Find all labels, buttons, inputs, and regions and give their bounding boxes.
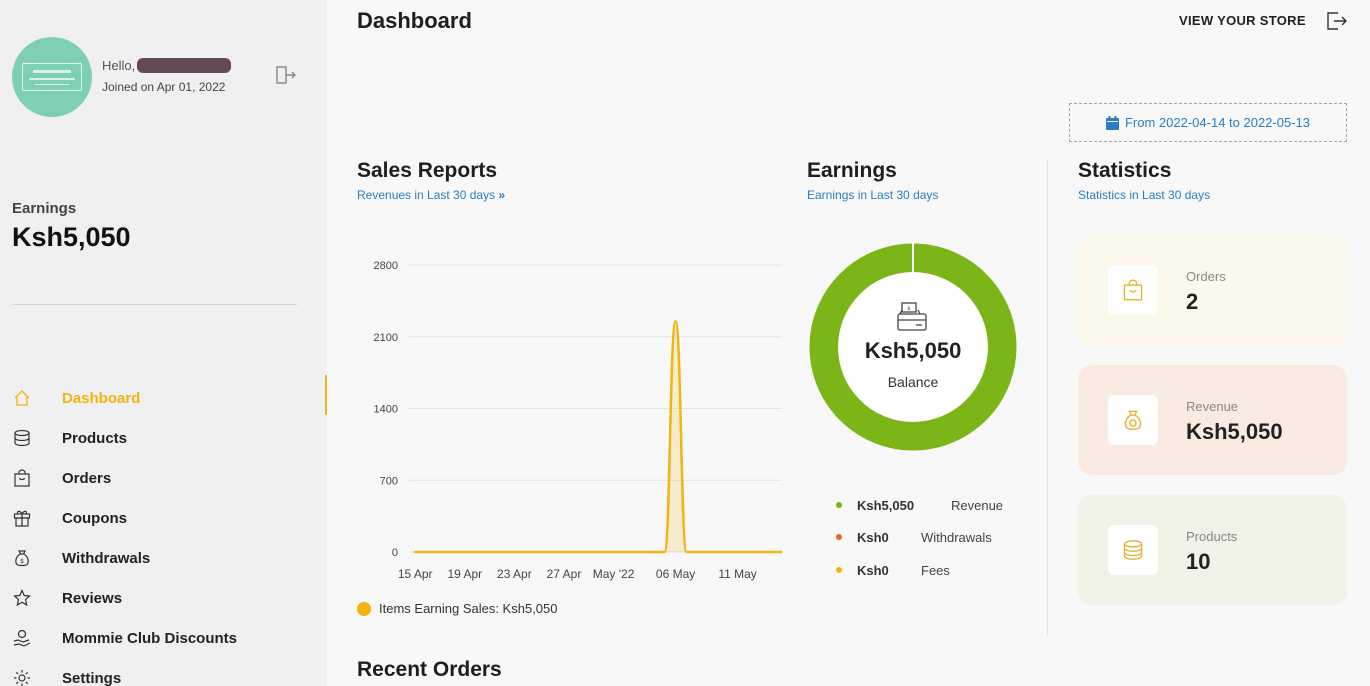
legend-value: Ksh5,050: [857, 497, 915, 513]
legend-value: Ksh0: [857, 562, 889, 578]
legend-dot: [836, 534, 842, 540]
legend-name: Fees: [921, 562, 950, 578]
sidebar-item-label: Settings: [62, 669, 122, 686]
stat-card-products[interactable]: Products 10: [1078, 495, 1347, 605]
sidebar-item-orders[interactable]: Orders: [0, 458, 327, 498]
star-icon: [12, 588, 32, 608]
svg-text:$: $: [20, 558, 24, 565]
sidebar-item-label: Products: [62, 429, 128, 447]
home-icon: [12, 388, 32, 408]
legend-dot: [836, 502, 842, 508]
y-tick-label: 0: [392, 547, 398, 559]
legend-dot: [836, 567, 842, 573]
sidebar-item-withdrawals[interactable]: $ Withdrawals: [0, 538, 327, 578]
gift-icon: [12, 508, 32, 528]
stat-card-orders[interactable]: Orders 2: [1078, 235, 1347, 345]
exit-icon[interactable]: [1326, 11, 1348, 31]
date-range-picker[interactable]: From 2022-04-14 to 2022-05-13: [1069, 103, 1347, 142]
sidebar-item-dashboard[interactable]: Dashboard: [0, 375, 327, 418]
stat-label: Products: [1186, 529, 1238, 544]
redacted-username: [137, 58, 232, 73]
legend-value: Ksh0: [857, 529, 889, 545]
legend-withdrawals: Ksh0 Withdrawals: [836, 529, 992, 545]
shopping-bag-icon: [1108, 265, 1158, 315]
earnings-title: Earnings: [807, 159, 897, 182]
calendar-icon: [1105, 115, 1119, 130]
store-logo: [22, 63, 82, 91]
stat-value: 2: [1186, 289, 1199, 314]
date-range-text: From 2022-04-14 to 2022-05-13: [1124, 115, 1310, 130]
view-store-link[interactable]: VIEW YOUR STORE: [1179, 13, 1306, 28]
logout-icon[interactable]: [276, 66, 296, 84]
sales-chart: 0 700 1400 2100 2800 15 Apr 19 Apr 23 Apr 27 Apr…: [374, 260, 782, 581]
stat-value: Ksh5,050: [1186, 419, 1283, 444]
sales-reports-title: Sales Reports: [357, 159, 498, 182]
database-icon: [12, 428, 32, 448]
money-bag-icon: [1108, 395, 1158, 445]
earnings-label: Earnings: [12, 200, 77, 217]
sidebar-item-coupons[interactable]: Coupons: [0, 498, 327, 538]
statistics-subtitle: Statistics in Last 30 days: [1078, 188, 1211, 202]
sales-subtitle-text: Revenues in Last 30 days: [357, 188, 496, 202]
stat-label: Revenue: [1186, 399, 1239, 414]
wallet-icon: $: [897, 302, 927, 331]
legend-name: Revenue: [951, 497, 1004, 513]
stat-value: 10: [1186, 549, 1211, 574]
x-tick-label: 19 Apr: [447, 567, 482, 581]
recent-orders-title: Recent Orders: [357, 658, 502, 681]
balance-value: Ksh5,050: [864, 338, 962, 363]
x-tick-label: 11 May: [718, 567, 756, 581]
divider: [12, 304, 297, 305]
joined-date: Joined on Apr 01, 2022: [102, 80, 226, 94]
hand-money-icon: [12, 628, 32, 648]
chart-legend: Items Earning Sales: Ksh5,050: [357, 601, 558, 616]
sidebar-item-label: Coupons: [62, 509, 127, 527]
series-area: [413, 321, 782, 552]
gear-icon: [12, 668, 32, 686]
balance-label: Balance: [887, 374, 939, 390]
y-tick-label: 700: [380, 475, 398, 487]
sales-reports-subtitle[interactable]: Revenues in Last 30 days »: [357, 188, 505, 202]
sidebar-item-mommie-club-discounts[interactable]: Mommie Club Discounts: [0, 618, 327, 658]
legend-fees: Ksh0 Fees: [836, 562, 950, 578]
x-tick-label: 06 May: [656, 567, 695, 581]
y-tick-label: 1400: [374, 404, 398, 416]
divider: [1047, 160, 1048, 635]
legend-dot: [357, 601, 371, 616]
x-tick-label: 27 Apr: [547, 567, 582, 581]
stat-label: Orders: [1186, 269, 1226, 284]
sidebar-item-label: Orders: [62, 469, 112, 487]
legend-name: Withdrawals: [921, 529, 992, 545]
sidebar-item-products[interactable]: Products: [0, 418, 327, 458]
sidebar-item-label: Dashboard: [62, 389, 141, 407]
money-bag-icon: $: [12, 548, 32, 568]
y-tick-label: 2800: [374, 260, 398, 272]
coins-stack-icon: [1108, 525, 1158, 575]
series-line: [413, 320, 782, 554]
sidebar-item-label: Reviews: [62, 589, 123, 607]
statistics-title: Statistics: [1078, 159, 1172, 182]
x-tick-label: May '22: [593, 567, 635, 581]
sidebar-item-reviews[interactable]: Reviews: [0, 578, 327, 618]
shopping-bag-icon: [12, 468, 32, 488]
sidebar-item-label: Withdrawals: [62, 549, 151, 567]
sidebar-item-settings[interactable]: Settings: [0, 658, 327, 686]
stat-card-revenue[interactable]: Revenue Ksh5,050: [1078, 365, 1347, 475]
y-tick-label: 2100: [374, 332, 398, 344]
greeting: Hello,: [102, 58, 232, 73]
page-title: Dashboard: [357, 8, 472, 33]
x-tick-label: 23 Apr: [497, 567, 532, 581]
sidebar-item-label: Mommie Club Discounts: [62, 629, 238, 647]
avatar[interactable]: [12, 37, 92, 117]
legend-revenue: Ksh5,050 Revenue: [836, 497, 1003, 513]
greeting-text: Hello,: [102, 58, 136, 73]
svg-text:$: $: [907, 306, 910, 312]
sidebar: Hello, Joined on Apr 01, 2022 Earnings K…: [0, 0, 327, 686]
double-chevron-right-icon: »: [498, 188, 506, 202]
earnings-value: Ksh5,050: [12, 222, 131, 252]
legend-label: Items Earning Sales: Ksh5,050: [379, 601, 558, 616]
sidebar-nav: Dashboard Products Orders Coupons $ With…: [0, 375, 327, 686]
x-tick-label: 15 Apr: [398, 567, 433, 581]
earnings-subtitle: Earnings in Last 30 days: [807, 188, 939, 202]
